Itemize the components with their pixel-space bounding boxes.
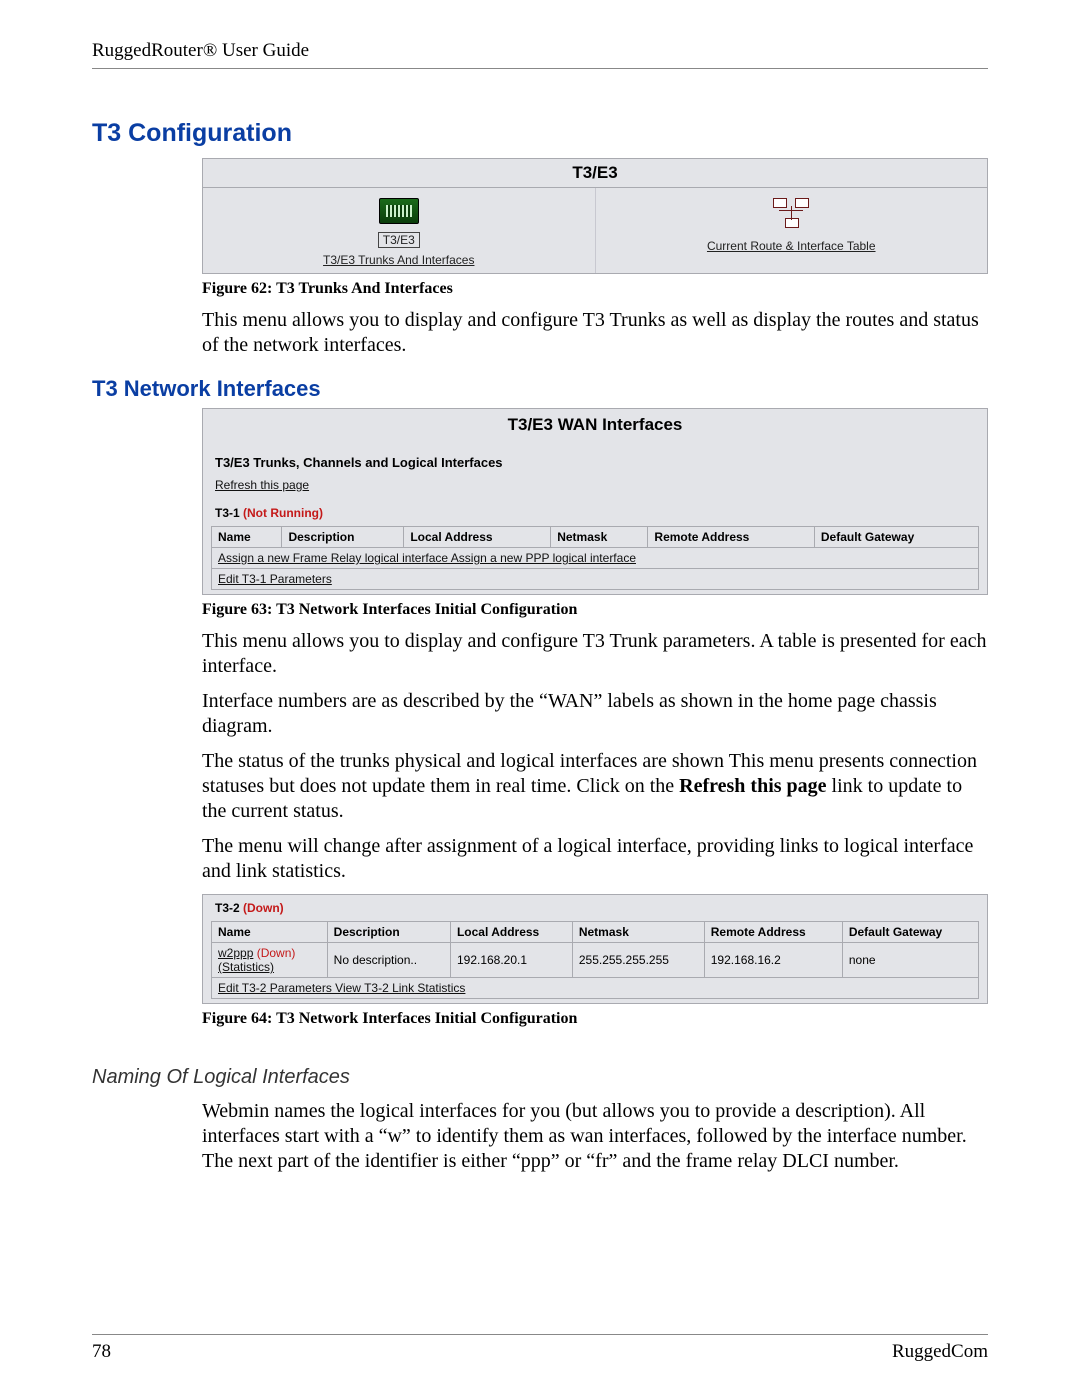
- col-netmask: Netmask: [572, 922, 704, 943]
- trunk-id: T3-1: [215, 506, 243, 520]
- figure-64-caption: Figure 64: T3 Network Interfaces Initial…: [202, 1010, 988, 1028]
- link-trunks-interfaces[interactable]: T3/E3 Trunks And Interfaces: [211, 253, 587, 267]
- table-header-row: Name Description Local Address Netmask R…: [212, 527, 979, 548]
- wan-interfaces-title: T3/E3 WAN Interfaces: [203, 409, 987, 445]
- hardware-icon-label: T3/E3: [378, 232, 420, 248]
- col-name: Name: [212, 527, 282, 548]
- table-row-edit-link: Edit T3-2 Parameters View T3-2 Link Stat…: [212, 978, 979, 999]
- col-default-gateway: Default Gateway: [842, 922, 978, 943]
- hardware-icon: [379, 198, 419, 224]
- table-row-edit-link: Edit T3-1 Parameters: [212, 569, 979, 590]
- cell-remote-address: 192.168.16.2: [704, 943, 842, 978]
- heading-t3-configuration: T3 Configuration: [92, 119, 988, 148]
- cell-netmask: 255.255.255.255: [572, 943, 704, 978]
- page-header: RuggedRouter® User Guide: [92, 40, 988, 69]
- trunk-status: (Down): [243, 901, 284, 915]
- cell-default-gateway: none: [842, 943, 978, 978]
- paragraph: The menu will change after assignment of…: [202, 834, 988, 884]
- paragraph: Interface numbers are as described by th…: [202, 689, 988, 739]
- col-default-gateway: Default Gateway: [814, 527, 978, 548]
- col-local-address: Local Address: [404, 527, 551, 548]
- link-w2ppp[interactable]: w2ppp: [218, 946, 253, 960]
- figure-wan-interfaces: T3/E3 WAN Interfaces T3/E3 Trunks, Chann…: [202, 408, 988, 595]
- trunks-channels-subhead: T3/E3 Trunks, Channels and Logical Inter…: [203, 445, 987, 478]
- col-description: Description: [327, 922, 450, 943]
- cell-local-address: 192.168.20.1: [450, 943, 572, 978]
- link-edit-t3-1[interactable]: Edit T3-1 Parameters: [218, 572, 332, 586]
- paragraph: This menu allows you to display and conf…: [202, 308, 988, 358]
- interfaces-table-t3-2: Name Description Local Address Netmask R…: [211, 921, 979, 999]
- figure-63-caption: Figure 63: T3 Network Interfaces Initial…: [202, 601, 988, 619]
- col-local-address: Local Address: [450, 922, 572, 943]
- link-edit-t3-2[interactable]: Edit T3-2 Parameters View T3-2 Link Stat…: [218, 981, 465, 995]
- figure-t3-e3-menu: T3/E3 T3/E3 T3/E3 Trunks And Interfaces …: [202, 158, 988, 274]
- heading-naming-logical-interfaces: Naming Of Logical Interfaces: [92, 1066, 988, 1089]
- heading-t3-network-interfaces: T3 Network Interfaces: [92, 376, 988, 402]
- trunk-t3-1-label: T3-1 (Not Running): [203, 500, 987, 524]
- col-description: Description: [282, 527, 404, 548]
- figure-t3-2-interface: T3-2 (Down) Name Description Local Addre…: [202, 894, 988, 1004]
- col-remote-address: Remote Address: [704, 922, 842, 943]
- trunk-t3-2-label: T3-2 (Down): [203, 895, 987, 919]
- figure-t3-e3-title: T3/E3: [203, 159, 987, 188]
- table-row: w2ppp (Down) (Statistics) No description…: [212, 943, 979, 978]
- link-refresh-page[interactable]: Refresh this page: [203, 478, 987, 500]
- page-number: 78: [92, 1341, 111, 1363]
- interfaces-table-t3-1: Name Description Local Address Netmask R…: [211, 526, 979, 590]
- menu-item-t3e3-trunks[interactable]: T3/E3 T3/E3 Trunks And Interfaces: [203, 188, 596, 273]
- footer-brand: RuggedCom: [892, 1341, 988, 1363]
- trunk-status: (Not Running): [243, 506, 323, 520]
- paragraph: Webmin names the logical interfaces for …: [202, 1099, 988, 1174]
- link-statistics[interactable]: (Statistics): [218, 960, 274, 974]
- cell-name: w2ppp (Down) (Statistics): [212, 943, 328, 978]
- col-netmask: Netmask: [551, 527, 648, 548]
- table-header-row: Name Description Local Address Netmask R…: [212, 922, 979, 943]
- paragraph: The status of the trunks physical and lo…: [202, 749, 988, 824]
- page-footer: 78 RuggedCom: [92, 1334, 988, 1363]
- trunk-id: T3-2: [215, 901, 243, 915]
- figure-62-caption: Figure 62: T3 Trunks And Interfaces: [202, 280, 988, 298]
- table-row-assign-links: Assign a new Frame Relay logical interfa…: [212, 548, 979, 569]
- col-remote-address: Remote Address: [648, 527, 814, 548]
- route-table-icon: [771, 198, 811, 228]
- col-name: Name: [212, 922, 328, 943]
- paragraph: This menu allows you to display and conf…: [202, 629, 988, 679]
- bold-refresh: Refresh this page: [679, 775, 826, 797]
- link-assign-interfaces[interactable]: Assign a new Frame Relay logical interfa…: [218, 551, 636, 565]
- link-route-table[interactable]: Current Route & Interface Table: [604, 239, 980, 253]
- cell-description: No description..: [327, 943, 450, 978]
- menu-item-route-table[interactable]: Current Route & Interface Table: [596, 188, 988, 273]
- row-status: (Down): [257, 946, 296, 960]
